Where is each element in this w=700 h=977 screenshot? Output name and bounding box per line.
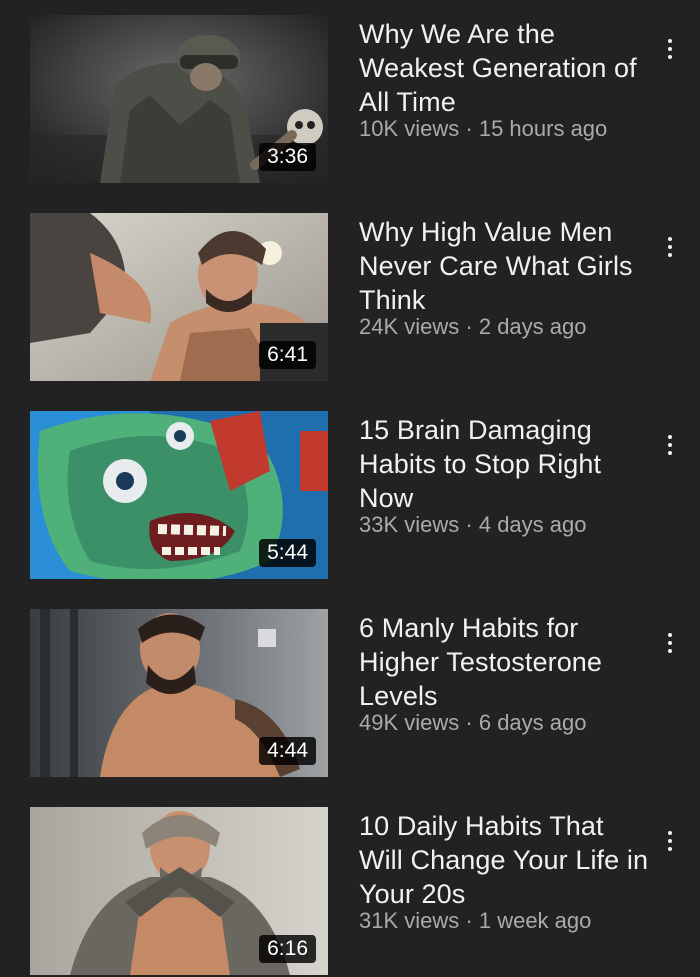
video-meta: 6 Manly Habits for Higher Testosterone L… xyxy=(359,611,649,737)
more-options-button[interactable] xyxy=(654,31,686,67)
video-duration: 3:36 xyxy=(259,143,316,171)
video-duration: 5:44 xyxy=(259,539,316,567)
video-item[interactable]: 6:41 Why High Value Men Never Care What … xyxy=(0,213,700,383)
video-meta: 15 Brain Damaging Habits to Stop Right N… xyxy=(359,413,649,539)
video-item[interactable]: 5:44 15 Brain Damaging Habits to Stop Ri… xyxy=(0,411,700,581)
video-age: 2 days ago xyxy=(478,314,587,339)
video-stats: 24K views · 2 days ago xyxy=(359,313,649,341)
video-duration: 4:44 xyxy=(259,737,316,765)
more-vertical-icon xyxy=(668,631,672,655)
video-views: 10K views xyxy=(359,116,460,141)
more-vertical-icon xyxy=(668,235,672,259)
video-stats: 10K views · 15 hours ago xyxy=(359,115,649,143)
video-views: 31K views xyxy=(359,908,460,933)
video-views: 49K views xyxy=(359,710,460,735)
meta-separator: · xyxy=(459,512,479,537)
video-thumbnail[interactable]: 5:44 xyxy=(30,411,328,579)
video-title[interactable]: 6 Manly Habits for Higher Testosterone L… xyxy=(359,611,649,713)
video-age: 4 days ago xyxy=(478,512,587,537)
meta-separator: · xyxy=(459,710,479,735)
more-vertical-icon xyxy=(668,433,672,457)
video-thumbnail[interactable]: 6:16 xyxy=(30,807,328,975)
video-thumbnail[interactable]: 4:44 xyxy=(30,609,328,777)
video-age: 15 hours ago xyxy=(478,116,608,141)
more-options-button[interactable] xyxy=(654,427,686,463)
video-meta: Why High Value Men Never Care What Girls… xyxy=(359,215,649,341)
meta-separator: · xyxy=(459,116,479,141)
video-item[interactable]: 3:36 Why We Are the Weakest Generation o… xyxy=(0,15,700,185)
video-title[interactable]: 10 Daily Habits That Will Change Your Li… xyxy=(359,809,649,911)
video-stats: 31K views · 1 week ago xyxy=(359,907,649,935)
more-options-button[interactable] xyxy=(654,229,686,265)
more-options-button[interactable] xyxy=(654,625,686,661)
video-item[interactable]: 6:16 10 Daily Habits That Will Change Yo… xyxy=(0,807,700,977)
video-item[interactable]: 4:44 6 Manly Habits for Higher Testoster… xyxy=(0,609,700,779)
video-age: 6 days ago xyxy=(478,710,587,735)
more-options-button[interactable] xyxy=(654,823,686,859)
video-title[interactable]: 15 Brain Damaging Habits to Stop Right N… xyxy=(359,413,649,515)
video-views: 33K views xyxy=(359,512,460,537)
meta-separator: · xyxy=(459,314,479,339)
video-title[interactable]: Why We Are the Weakest Generation of All… xyxy=(359,17,649,119)
video-duration: 6:16 xyxy=(259,935,316,963)
video-meta: Why We Are the Weakest Generation of All… xyxy=(359,17,649,143)
video-stats: 49K views · 6 days ago xyxy=(359,709,649,737)
video-age: 1 week ago xyxy=(478,908,592,933)
video-meta: 10 Daily Habits That Will Change Your Li… xyxy=(359,809,649,935)
video-stats: 33K views · 4 days ago xyxy=(359,511,649,539)
more-vertical-icon xyxy=(668,37,672,61)
video-thumbnail[interactable]: 3:36 xyxy=(30,15,328,183)
meta-separator: · xyxy=(459,908,479,933)
video-list: 3:36 Why We Are the Weakest Generation o… xyxy=(0,0,700,977)
video-views: 24K views xyxy=(359,314,460,339)
video-thumbnail[interactable]: 6:41 xyxy=(30,213,328,381)
video-title[interactable]: Why High Value Men Never Care What Girls… xyxy=(359,215,649,317)
more-vertical-icon xyxy=(668,829,672,853)
video-duration: 6:41 xyxy=(259,341,316,369)
